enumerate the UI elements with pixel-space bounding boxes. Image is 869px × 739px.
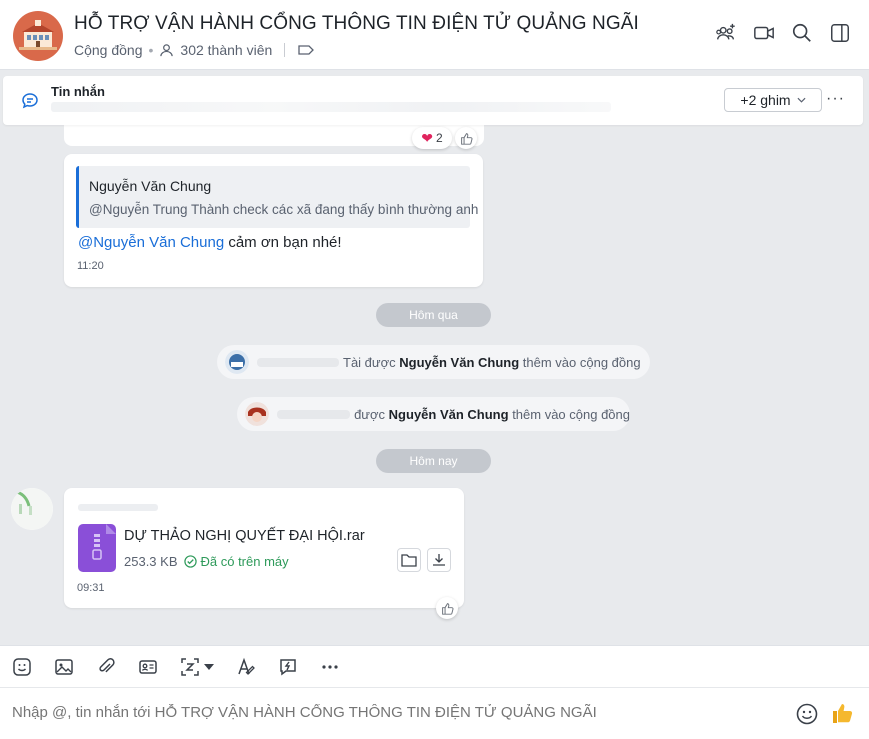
blurred-text bbox=[51, 102, 611, 112]
folder-icon bbox=[401, 554, 417, 567]
file-meta: 253.3 KB Đã có trên máy bbox=[124, 554, 289, 569]
sender-name bbox=[78, 504, 158, 511]
quoted-text: @Nguyễn Trung Thành check các xã đang th… bbox=[89, 202, 479, 217]
chat-header: HỖ TRỢ VẬN HÀNH CỔNG THÔNG TIN ĐIỆN TỬ Q… bbox=[0, 0, 869, 70]
group-type-label: Cộng đồng bbox=[74, 42, 143, 58]
message-icon bbox=[22, 93, 38, 109]
system-prefix: được bbox=[354, 406, 386, 422]
message-time: 11:20 bbox=[77, 260, 104, 272]
pinned-count-button[interactable]: +2 ghim bbox=[724, 88, 822, 112]
message-time: 09:31 bbox=[77, 582, 105, 594]
reaction-count: 2 bbox=[436, 131, 443, 145]
image-icon[interactable] bbox=[54, 657, 74, 677]
group-title: HỖ TRỢ VẬN HÀNH CỔNG THÔNG TIN ĐIỆN TỬ Q… bbox=[74, 13, 639, 34]
emoji-icon[interactable] bbox=[796, 703, 818, 725]
system-notification: được Nguyễn Văn Chung thêm vào cộng đồng bbox=[237, 397, 630, 431]
file-status: Đã có trên máy bbox=[183, 554, 289, 569]
format-text-icon[interactable] bbox=[236, 657, 256, 677]
download-button[interactable] bbox=[427, 548, 451, 572]
sticker-icon[interactable] bbox=[12, 657, 32, 677]
system-prefix: Tài được bbox=[343, 354, 396, 370]
system-suffix: thêm vào cộng đồng bbox=[522, 354, 641, 370]
divider bbox=[0, 687, 869, 688]
message-body: cảm ơn bạn nhé! bbox=[224, 234, 342, 251]
like-reaction-button[interactable] bbox=[455, 127, 477, 149]
group-avatar[interactable] bbox=[13, 11, 63, 61]
download-icon bbox=[433, 554, 445, 566]
system-actor[interactable]: Nguyễn Văn Chung bbox=[389, 407, 509, 422]
caret-down-icon bbox=[204, 664, 214, 670]
blurred-name bbox=[257, 357, 339, 367]
heart-icon: ❤ bbox=[421, 129, 434, 146]
file-message-bubble[interactable]: DỰ THẢO NGHỊ QUYẾT ĐẠI HỘI.rar 253.3 KB … bbox=[64, 488, 464, 608]
check-circle-icon bbox=[183, 555, 197, 568]
separator-dot: • bbox=[148, 42, 154, 58]
sidebar-toggle-icon[interactable] bbox=[829, 22, 851, 44]
heart-reaction[interactable]: ❤ 2 bbox=[412, 127, 452, 149]
contact-card-icon[interactable] bbox=[138, 657, 158, 677]
mention-link[interactable]: @Nguyễn Văn Chung bbox=[78, 234, 224, 251]
message-input[interactable] bbox=[12, 704, 772, 721]
screenshot-button[interactable] bbox=[180, 657, 214, 677]
date-divider: Hôm qua bbox=[376, 303, 491, 327]
quoted-author: Nguyễn Văn Chung bbox=[89, 178, 212, 194]
pinned-message-bar[interactable]: Tin nhắn +2 ghim ··· bbox=[3, 76, 863, 125]
chevron-down-icon bbox=[797, 97, 806, 103]
pinned-label: Tin nhắn bbox=[51, 84, 105, 99]
composer-toolbar bbox=[12, 656, 340, 678]
thumbs-up-icon bbox=[460, 132, 472, 145]
avatar[interactable] bbox=[245, 402, 269, 426]
more-icon[interactable] bbox=[320, 657, 340, 677]
avatar[interactable] bbox=[225, 350, 249, 374]
message-composer bbox=[0, 645, 869, 739]
more-options-icon[interactable]: ··· bbox=[826, 90, 845, 108]
add-member-icon[interactable] bbox=[715, 22, 737, 44]
system-suffix: thêm vào cộng đồng bbox=[512, 406, 630, 422]
reply-message-bubble[interactable]: Nguyễn Văn Chung @Nguyễn Trung Thành che… bbox=[64, 154, 483, 287]
blurred-name bbox=[277, 409, 351, 419]
like-reaction-button[interactable] bbox=[436, 597, 458, 619]
member-count[interactable]: 302 thành viên bbox=[180, 42, 272, 58]
group-subtitle: Cộng đồng • 302 thành viên bbox=[74, 42, 315, 58]
thumbs-up-icon bbox=[441, 602, 453, 615]
quoted-message[interactable]: Nguyễn Văn Chung @Nguyễn Trung Thành che… bbox=[76, 166, 478, 228]
file-status-label: Đã có trên máy bbox=[200, 554, 289, 569]
message-text: @Nguyễn Văn Chung cảm ơn bạn nhé! bbox=[78, 234, 342, 251]
system-notification: Tài được Nguyễn Văn Chung thêm vào cộng … bbox=[217, 345, 650, 379]
separator-bar bbox=[284, 43, 286, 57]
member-icon[interactable] bbox=[159, 43, 174, 58]
archive-file-icon[interactable] bbox=[78, 524, 116, 572]
file-size: 253.3 KB bbox=[124, 554, 178, 569]
video-call-icon[interactable] bbox=[753, 22, 775, 44]
tag-icon[interactable] bbox=[297, 43, 315, 57]
screenshot-icon bbox=[181, 658, 199, 676]
attachment-icon[interactable] bbox=[96, 657, 116, 677]
search-icon[interactable] bbox=[791, 22, 813, 44]
quick-like-icon[interactable] bbox=[831, 701, 855, 725]
quick-message-icon[interactable] bbox=[278, 657, 298, 677]
pinned-count-label: +2 ghim bbox=[740, 92, 791, 108]
open-folder-button[interactable] bbox=[397, 548, 421, 572]
header-actions bbox=[715, 22, 851, 44]
avatar[interactable] bbox=[11, 488, 53, 530]
date-divider: Hôm nay bbox=[376, 449, 491, 473]
file-name[interactable]: DỰ THẢO NGHỊ QUYẾT ĐẠI HỘI.rar bbox=[124, 528, 365, 544]
system-actor[interactable]: Nguyễn Văn Chung bbox=[399, 355, 519, 370]
